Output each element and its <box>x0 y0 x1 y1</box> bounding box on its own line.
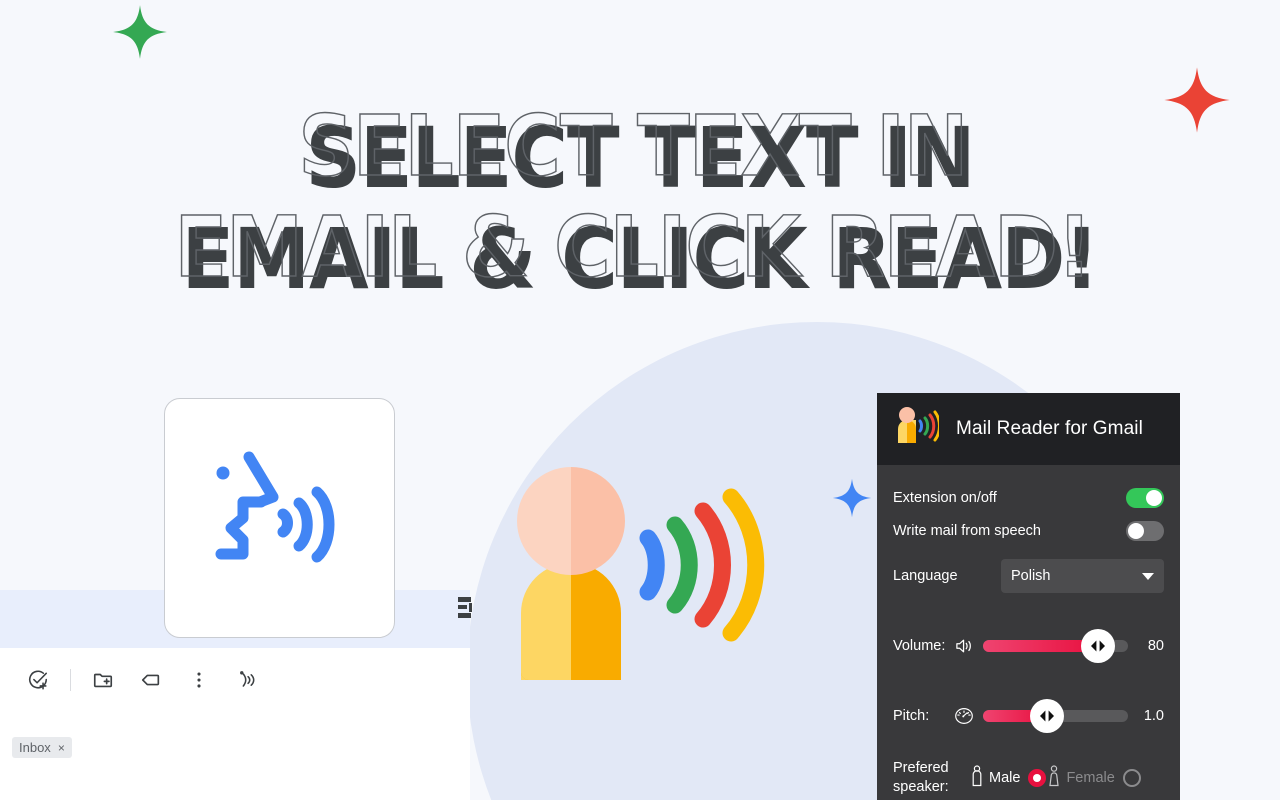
language-select[interactable]: Polish <box>1001 559 1164 593</box>
pitch-row: Pitch: 1.0 <box>893 693 1164 739</box>
speedometer-icon <box>951 707 977 725</box>
pitch-value: 1.0 <box>1143 708 1164 724</box>
write-mail-from-speech-toggle[interactable] <box>1126 520 1164 541</box>
move-to-folder-icon[interactable] <box>79 662 127 698</box>
add-to-tasks-icon[interactable] <box>14 662 62 698</box>
panel-body: Extension on/off Write mail from speech … <box>877 465 1180 800</box>
male-radio-button[interactable] <box>1028 769 1047 787</box>
label-tag-icon[interactable] <box>127 662 175 698</box>
chevron-down-icon <box>1142 572 1154 580</box>
extension-toggle-row: Extension on/off <box>893 481 1164 514</box>
toolbar-divider <box>70 669 71 691</box>
speech-toggle-label: Write mail from speech <box>893 522 1041 539</box>
female-person-icon <box>1048 764 1060 792</box>
close-icon[interactable]: × <box>58 741 65 755</box>
extension-toggle-label: Extension on/off <box>893 489 997 506</box>
speech-toggle-row: Write mail from speech <box>893 514 1164 547</box>
female-radio-button[interactable] <box>1122 769 1141 787</box>
language-row: Language Polish <box>893 553 1164 599</box>
preferred-speaker-label-line1: Prefered <box>893 760 949 776</box>
volume-value: 80 <box>1147 638 1164 654</box>
headline-line-2: EMAIL & CLICK READ! EMAIL & CLICK READ! <box>0 197 1280 310</box>
sparkle-blue-icon <box>832 478 872 518</box>
inbox-chip-label: Inbox <box>19 740 51 755</box>
mail-reader-logo-icon <box>893 406 941 452</box>
preferred-speaker-label-line2: speaker: <box>893 779 949 795</box>
speaking-head-card <box>164 398 395 638</box>
gmail-ui-fragment-icon <box>455 595 477 621</box>
pitch-slider-track[interactable] <box>983 699 1128 733</box>
sparkle-red-icon <box>1163 66 1231 134</box>
preferred-speaker-row: Prefered speaker: Male Female <box>893 759 1164 797</box>
headline-line-2-text: EMAIL & CLICK READ! <box>181 210 1100 308</box>
extension-popup-panel: Mail Reader for Gmail Extension on/off W… <box>877 393 1180 800</box>
male-option-label[interactable]: Male <box>989 770 1020 786</box>
panel-title: Mail Reader for Gmail <box>956 418 1143 439</box>
preferred-speaker-label: Prefered speaker: <box>893 759 971 797</box>
sparkle-green-icon <box>112 4 168 60</box>
speaker-volume-icon <box>951 638 977 654</box>
volume-slider-thumb[interactable] <box>1080 629 1115 663</box>
page-title: SELECT TEXT IN SELECT TEXT IN EMAIL & CL… <box>0 96 1280 310</box>
language-label: Language <box>893 568 958 584</box>
female-option-label[interactable]: Female <box>1066 770 1114 786</box>
panel-header: Mail Reader for Gmail <box>877 393 1180 465</box>
pitch-slider-thumb[interactable] <box>1029 699 1064 733</box>
poster-canvas: SELECT TEXT IN SELECT TEXT IN EMAIL & CL… <box>0 0 1280 800</box>
headline-line-1-text: SELECT TEXT IN <box>305 109 976 207</box>
volume-slider-track[interactable] <box>983 629 1128 663</box>
male-person-icon <box>971 764 983 792</box>
pitch-label: Pitch: <box>893 708 930 724</box>
speaking-head-with-soundwaves-icon <box>205 440 355 597</box>
volume-label: Volume: <box>893 638 946 654</box>
language-selected-value: Polish <box>1011 568 1051 584</box>
person-speaking-soundwaves-illustration <box>505 455 785 700</box>
more-options-icon[interactable] <box>175 662 223 698</box>
extension-on-off-toggle[interactable] <box>1126 487 1164 508</box>
headline-line-1: SELECT TEXT IN SELECT TEXT IN <box>0 96 1280 209</box>
speaker-options: Male Female <box>971 764 1164 792</box>
toggle-knob <box>1146 489 1162 506</box>
gmail-toolbar <box>14 662 271 698</box>
inbox-label-chip[interactable]: Inbox × <box>12 737 72 758</box>
read-aloud-icon[interactable] <box>223 662 271 698</box>
volume-row: Volume: 80 <box>893 623 1164 669</box>
toggle-knob <box>1128 522 1144 539</box>
